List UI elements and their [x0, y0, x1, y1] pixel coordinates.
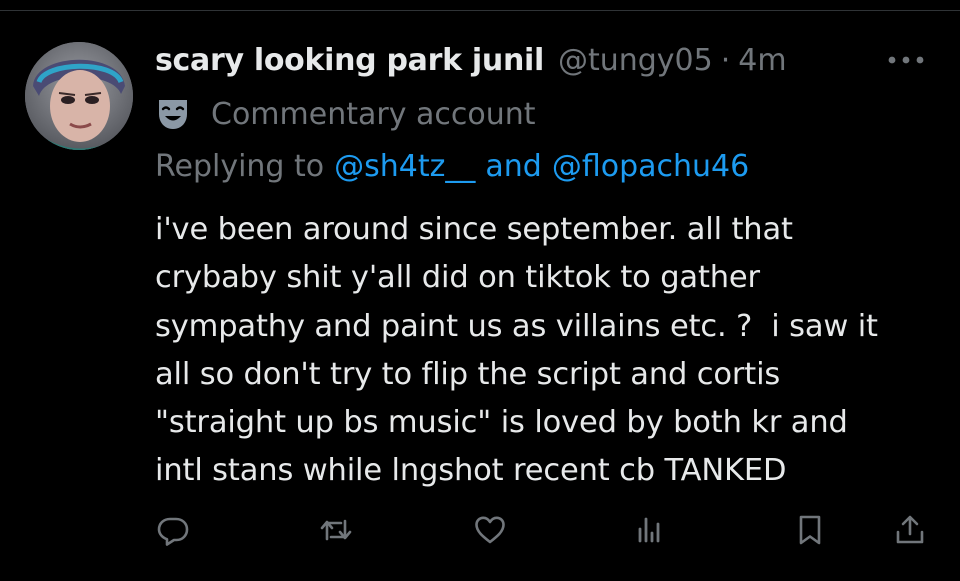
tweet-text-line: all so don't try to flip the script and … [155, 356, 781, 392]
share-button[interactable] [892, 512, 928, 548]
more-horizontal-icon[interactable] [884, 46, 928, 74]
tweet-text-line: sympathy and paint us as villains etc. ?… [155, 308, 878, 344]
mention-link[interactable]: @flopachu46 [552, 149, 749, 184]
top-divider [0, 10, 960, 11]
tweet-header: scary looking park junil @tungy05 · 4m [155, 38, 787, 82]
tweet-text: i've been around since september. all th… [155, 206, 945, 496]
avatar[interactable] [25, 42, 133, 150]
tweet-text-line: crybaby shit y'all did on tiktok to gath… [155, 260, 760, 296]
bookmark-icon [799, 515, 821, 545]
like-button[interactable] [472, 512, 508, 548]
timestamp[interactable]: 4m [738, 43, 786, 78]
replying-to: Replying to @sh4tz__ and @flopachu46 [155, 144, 749, 188]
reply-icon [157, 517, 189, 546]
views-button[interactable] [632, 512, 668, 548]
account-label-text: Commentary account [211, 96, 536, 132]
retweet-button[interactable] [318, 512, 354, 548]
share-icon [896, 515, 924, 544]
user-handle[interactable]: @tungy05 [558, 43, 713, 78]
bookmark-button[interactable] [792, 512, 828, 548]
tweet-text-line: "straight up bs music" is loved by both … [155, 405, 848, 441]
tweet-text-line: i've been around since september. all th… [155, 212, 793, 247]
reply-button[interactable] [155, 512, 191, 548]
theater-mask-icon [159, 100, 187, 129]
heart-icon [475, 516, 505, 544]
replying-to-prefix: Replying to [155, 148, 325, 184]
separator-dot: · [720, 42, 731, 78]
tweet-text-line: intl stans while lngshot recent cb TANKE… [155, 453, 787, 489]
replying-to-connector[interactable]: and [485, 149, 541, 184]
account-label: Commentary account [155, 92, 536, 136]
views-icon [638, 517, 660, 543]
display-name[interactable]: scary looking park junil [155, 43, 544, 78]
mention-link[interactable]: @sh4tz__ [334, 149, 475, 184]
retweet-icon [320, 519, 352, 541]
